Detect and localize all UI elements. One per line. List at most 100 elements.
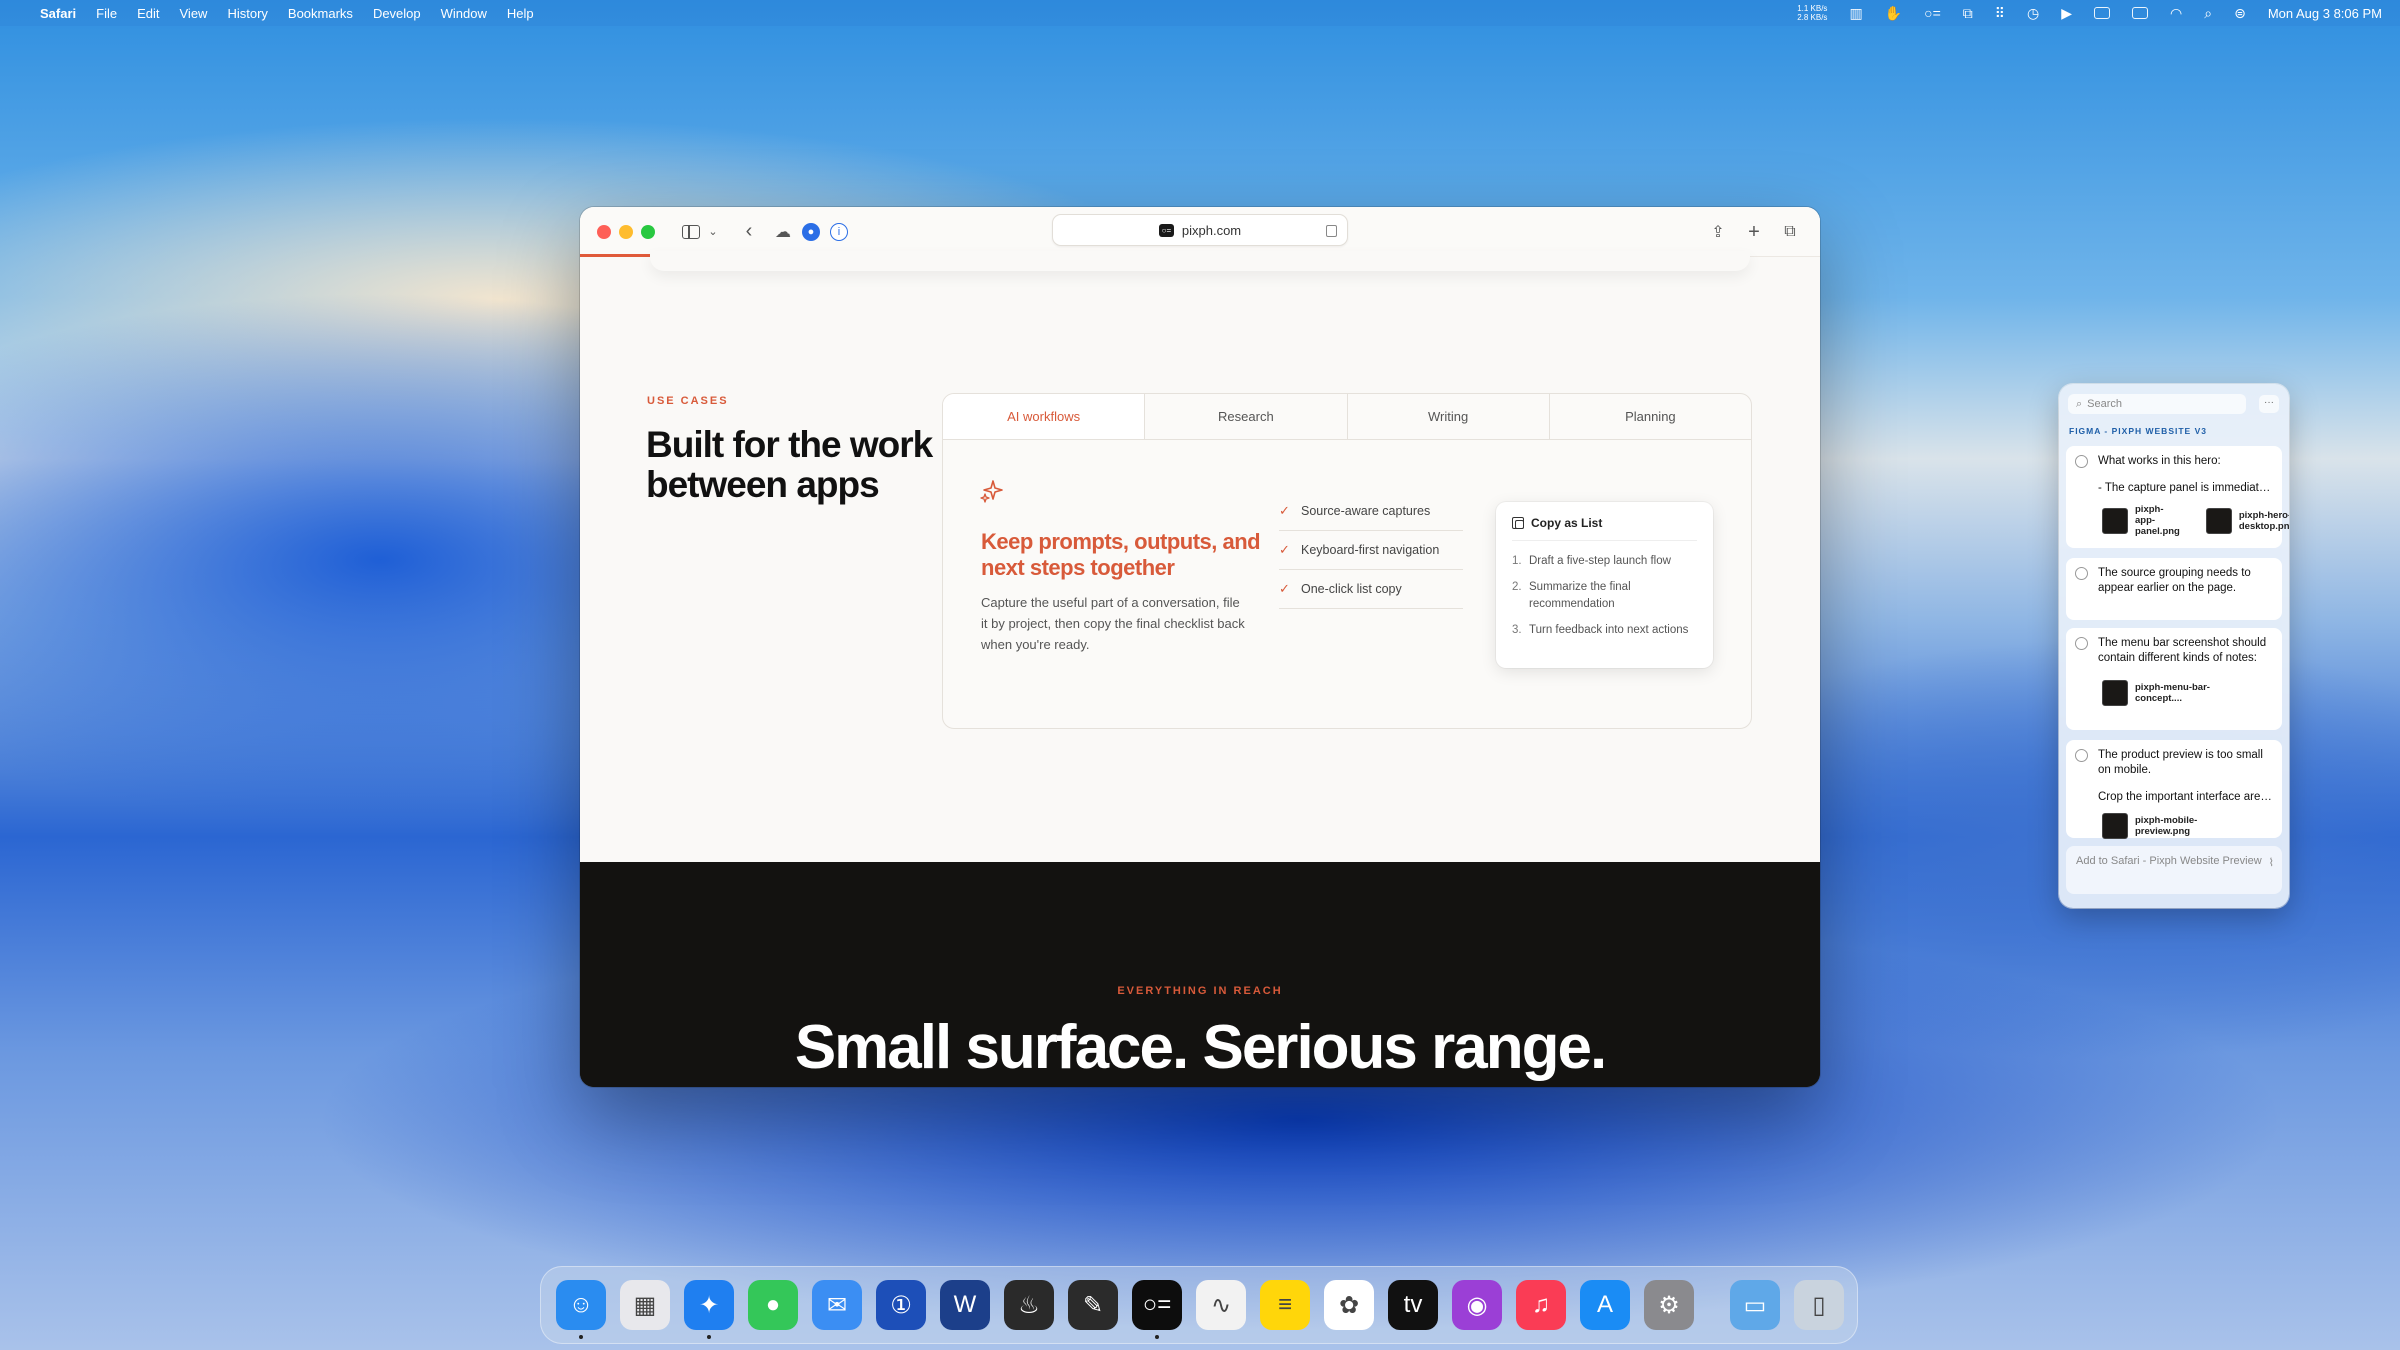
dock-apple-tv-icon[interactable]: tv [1388, 1280, 1438, 1330]
note-checkbox[interactable] [2075, 637, 2088, 650]
zoom-button[interactable] [641, 224, 655, 239]
menu-help[interactable]: Help [507, 6, 534, 21]
spotlight-icon[interactable]: ⌕ [2204, 5, 2212, 22]
dock-music-icon[interactable]: ♫ [1516, 1280, 1566, 1330]
note-item[interactable]: What works in this hero: - The capture p… [2066, 446, 2289, 548]
dock-pixph-icon[interactable]: ○= [1132, 1280, 1182, 1339]
header-card-edge [650, 251, 1750, 271]
screen-icon[interactable]: ⧉ [1963, 5, 1973, 22]
grid-icon[interactable]: ⠿ [1995, 5, 2005, 22]
icloud-icon[interactable]: ☁ [769, 218, 797, 246]
reader-icon[interactable] [1326, 225, 1337, 237]
menu-window[interactable]: Window [441, 6, 487, 21]
dock-safari-icon[interactable]: ✦ [684, 1280, 734, 1339]
running-indicator [707, 1335, 711, 1339]
tab-overview-button[interactable]: ⧉ [1776, 218, 1804, 246]
attachment-name: pixph-hero-desktop.png [2238, 509, 2289, 532]
running-indicator [1155, 1335, 1159, 1339]
menu-clock[interactable]: Mon Aug 3 8:06 PM [2268, 6, 2382, 21]
copy-as-list-button[interactable]: Copy as List [1512, 516, 1697, 541]
search-icon: ⌕ [2076, 397, 2083, 410]
note-checkbox[interactable] [2075, 455, 2088, 468]
audio-meter-icon[interactable]: ▥ [1849, 5, 1862, 22]
menu-view[interactable]: View [180, 6, 208, 21]
tab-planning[interactable]: Planning [1550, 394, 1751, 439]
dock-system-settings-icon[interactable]: ⚙ [1644, 1280, 1694, 1330]
airplay-icon[interactable] [2132, 7, 2149, 19]
note-checkbox[interactable] [2075, 749, 2088, 762]
menu-app-name[interactable]: Safari [40, 6, 76, 21]
minimize-button[interactable] [619, 224, 633, 239]
address-bar[interactable]: ○= pixph.com [1052, 214, 1348, 246]
dock-podcasts-icon[interactable]: ◉ [1452, 1280, 1502, 1330]
check-item: ✓ One-click list copy [1279, 570, 1463, 609]
dock-messages-icon[interactable]: ● [748, 1280, 798, 1330]
note-text: The product preview is too small on mobi… [2098, 749, 2263, 776]
dock-photos-icon[interactable]: ✿ [1324, 1280, 1374, 1330]
attachment[interactable]: pixph-menu-bar-concept.... [2102, 680, 2212, 706]
image-thumbnail [2102, 507, 2128, 534]
note-subtext: - The capture panel is immediately visib… [2098, 482, 2274, 494]
list-item: 3. Turn feedback into next actions [1512, 622, 1697, 639]
menu-edit[interactable]: Edit [137, 6, 159, 21]
check-item: ✓ Source-aware captures [1279, 492, 1463, 531]
hand-icon[interactable]: ✋ [1885, 5, 1902, 22]
onepassword-extension-button[interactable]: i [825, 218, 853, 246]
tab-writing[interactable]: Writing [1348, 394, 1550, 439]
attachment[interactable]: pixph-mobile-preview.png [2102, 813, 2212, 839]
dock-1password-icon[interactable]: ① [876, 1280, 926, 1330]
onepassword-icon: i [830, 222, 848, 241]
dock-trash-icon[interactable]: ▯ [1794, 1280, 1844, 1330]
display-icon[interactable] [2094, 7, 2111, 19]
image-thumbnail [2205, 507, 2232, 534]
paperclip-icon[interactable]: ⌇ [2269, 856, 2274, 869]
notes-search-input[interactable]: ⌕ Search [2068, 394, 2246, 414]
new-tab-button[interactable]: + [1740, 218, 1768, 246]
note-item[interactable]: The menu bar screenshot should contain d… [2066, 628, 2282, 730]
notes-widget: ⌕ Search ··· FIGMA - PIXPH WEBSITE V3 Wh… [2059, 384, 2289, 908]
check-item: ✓ Keyboard-first navigation [1279, 531, 1463, 570]
dock-app-store-icon[interactable]: A [1580, 1280, 1630, 1330]
dock-finder-icon[interactable]: ☺ [556, 1280, 606, 1339]
extension-globe-icon: ● [802, 222, 820, 241]
pixph-menu-icon[interactable]: ○= [1924, 5, 1941, 21]
menu-bookmarks[interactable]: Bookmarks [288, 6, 353, 21]
dock-script-editor-icon[interactable]: ✎ [1068, 1280, 1118, 1330]
tab-group-chevron-down-icon[interactable]: ⌄ [705, 218, 721, 246]
dock-launchpad-icon[interactable]: ▦ [620, 1280, 670, 1330]
menu-history[interactable]: History [227, 6, 267, 21]
tab-research[interactable]: Research [1145, 394, 1348, 439]
menu-file[interactable]: File [96, 6, 117, 21]
clock-icon[interactable]: ◷ [2027, 5, 2039, 22]
attachment[interactable]: pixph-hero-desktop.png [2205, 504, 2289, 537]
more-options-button[interactable]: ··· [2259, 395, 2279, 413]
dock-voice-memos-icon[interactable]: ∿ [1196, 1280, 1246, 1330]
menu-develop[interactable]: Develop [373, 6, 421, 21]
extension-button[interactable]: ● [797, 218, 825, 246]
feature-checklist: ✓ Source-aware captures ✓ Keyboard-first n… [1279, 492, 1463, 609]
tab-ai-workflows[interactable]: AI workflows [943, 394, 1146, 439]
dock-word-icon[interactable]: W [940, 1280, 990, 1330]
dock-mail-icon[interactable]: ✉ [812, 1280, 862, 1330]
dock: ☺ ▦ ✦ ● ✉ ① W ♨ ✎ ○= ∿ ≡ ✿ tv ◉ ♫ A ⚙ ▭ ▯ [540, 1266, 1858, 1344]
wifi-icon[interactable]: ◠ [2170, 5, 2182, 22]
network-speed[interactable]: 1.1 KB/s 2.8 KB/s [1797, 4, 1827, 22]
attachment[interactable]: pixph-app-panel.png [2102, 504, 2180, 537]
control-center-icon[interactable]: ⊜ [2234, 5, 2246, 22]
dark-section: EVERYTHING IN REACH Small surface. Serio… [580, 862, 1820, 1087]
back-button[interactable]: ‹ [735, 218, 763, 246]
dock-notes-icon[interactable]: ≡ [1260, 1280, 1310, 1330]
play-icon[interactable]: ▶ [2061, 5, 2072, 22]
note-item[interactable]: The product preview is too small on mobi… [2066, 740, 2282, 839]
dock-downloads-folder-icon[interactable]: ▭ [1730, 1280, 1780, 1330]
attachment-name: pixph-menu-bar-concept.... [2135, 682, 2210, 704]
dock-flame-app-icon[interactable]: ♨ [1004, 1280, 1054, 1330]
note-checkbox[interactable] [2075, 567, 2088, 580]
note-item[interactable]: The source grouping needs to appear earl… [2066, 558, 2282, 620]
sidebar-toggle-button[interactable] [677, 218, 705, 246]
close-button[interactable] [597, 224, 611, 239]
add-note-input[interactable]: Add to Safari - Pixph Website Preview ⌇ [2066, 846, 2282, 894]
share-button[interactable]: ⇪ [1704, 218, 1732, 246]
search-placeholder: Search [2087, 398, 2123, 410]
note-subtext: Crop the important interface area instea… [2098, 791, 2274, 803]
